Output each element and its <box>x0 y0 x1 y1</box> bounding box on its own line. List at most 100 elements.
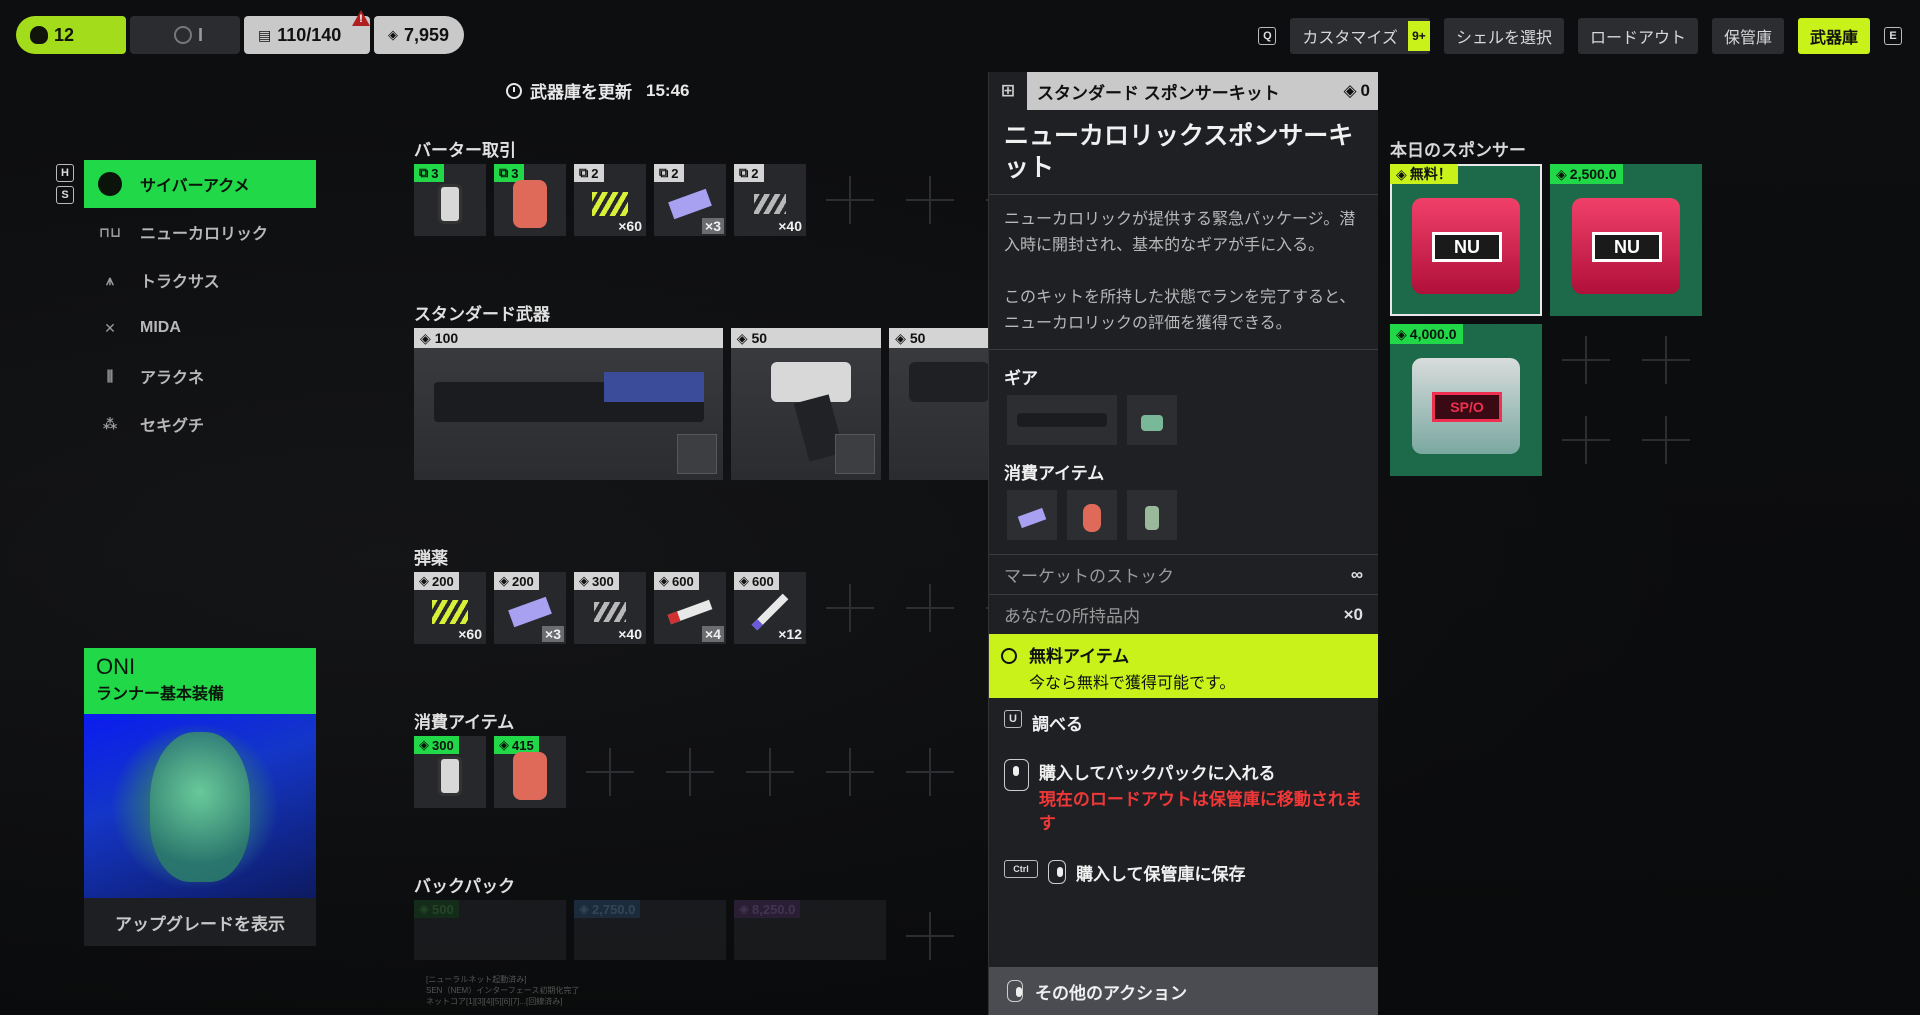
gear-item[interactable] <box>1007 395 1117 445</box>
price-value: 50 <box>909 330 926 346</box>
ammo-item[interactable]: ◈ 300 ×40 <box>574 572 646 644</box>
consumable-item[interactable] <box>1007 490 1057 540</box>
pistol-image <box>909 362 988 402</box>
runner-card[interactable]: ONI ランナー基本装備 アップグレードを表示 <box>84 648 316 946</box>
price-value: 4,000.0 <box>1409 326 1457 342</box>
key-hint-e: E <box>1884 27 1902 45</box>
price-tag: ◈ 50 <box>730 328 882 348</box>
section-title-consumables: 消費アイテム <box>414 713 515 732</box>
runner-header: ONI ランナー基本装備 <box>84 648 316 714</box>
more-actions-button[interactable]: その他のアクション <box>989 967 1378 1015</box>
shell-ammo-icon <box>754 194 786 215</box>
tab-customize[interactable]: カスタマイズ 9+ <box>1290 18 1430 54</box>
buy-to-backpack-action[interactable]: 購入してバックパックに入れる 現在のロードアウトは保管庫に移動されます <box>989 747 1378 848</box>
currency-value: 7,959 <box>404 24 450 45</box>
ammo-item[interactable]: ◈ 200 ×3 <box>494 572 566 644</box>
item-quantity: ×4 <box>702 626 724 642</box>
owned-label: あなたの所持品内 <box>1004 607 1140 626</box>
price-tag: ⧉ 3 <box>494 164 524 182</box>
empty-slot <box>894 736 966 808</box>
runner-name: ONI <box>96 654 136 679</box>
description-paragraph: ニューカロリックが提供する緊急パッケージ。潜入時に開封され、基本的なギアが手に入… <box>1004 211 1356 254</box>
barter-item[interactable]: ⧉ 3 <box>494 164 566 236</box>
backpack-item[interactable]: ◈ 2,750.0 <box>574 900 726 960</box>
price-tag: ⧉ 2 <box>654 164 684 182</box>
refresh-time: 15:46 <box>646 80 690 100</box>
free-subtitle: 今なら無料で獲得可能です。 <box>1029 675 1236 692</box>
price-tag: ◈ 2,500.0 <box>1550 164 1623 184</box>
key-hint-h: H <box>56 164 74 182</box>
price-value: 500 <box>432 901 454 917</box>
item-quantity: ×60 <box>458 626 482 642</box>
log-line: SEN（NEM）インターフェース初期化完了 <box>426 986 580 995</box>
mouse-left-click-icon <box>1004 759 1029 791</box>
squad-value: I <box>198 24 204 45</box>
sidebar-item-arachne[interactable]: ⫼ アラクネ <box>84 352 316 400</box>
tab-vault[interactable]: 保管庫 <box>1711 18 1784 54</box>
crate-logo: NU <box>1432 232 1502 262</box>
runner-subtitle: ランナー基本装備 <box>96 686 225 703</box>
sidebar-item-label: トラクサス <box>140 274 220 291</box>
tab-loadout[interactable]: ロードアウト <box>1577 18 1698 54</box>
mida-icon: ✕ <box>104 319 116 336</box>
empty-slot <box>1550 324 1622 396</box>
price-tag: ⧉ 2 <box>574 164 604 182</box>
log-line: [ニューラルネット起動済み] <box>426 975 527 984</box>
sidebar-item-sekiguchi[interactable]: ⁂ セキグチ <box>84 400 316 448</box>
description-paragraph: このキットを所持した状態でランを完了すると、ニューカロリックの評価を獲得できる。 <box>1004 289 1356 332</box>
barter-item[interactable]: ⧉ 3 <box>414 164 486 236</box>
backpack-item[interactable]: ◈ 500 <box>414 900 566 960</box>
mouse-right-click-icon <box>1007 980 1023 1002</box>
mouse-left-click-icon <box>1048 860 1066 884</box>
sponsor-kit-spo[interactable]: ◈ 4,000.0 SP/O <box>1390 324 1542 476</box>
weapon-item[interactable]: ◈ 50 <box>889 328 988 480</box>
price-value: 2,500.0 <box>1569 166 1617 182</box>
backpack-capacity[interactable]: ▤ 110/140 ! <box>244 10 370 54</box>
barter-item[interactable]: ⧉ 2 ×3 <box>654 164 726 236</box>
weapon-item[interactable]: ◈ 50 <box>730 328 882 480</box>
barter-item[interactable]: ⧉ 2 ×60 <box>574 164 646 236</box>
tab-armory[interactable]: 武器庫 <box>1797 18 1870 54</box>
crate-logo: SP/O <box>1432 392 1502 422</box>
empty-slot <box>734 736 806 808</box>
gear-item[interactable] <box>1127 395 1177 445</box>
empty-slot <box>814 736 886 808</box>
ammo-item[interactable]: ◈ 600 ×12 <box>734 572 806 644</box>
sponsor-kit-nucaloric-free[interactable]: ◈ 無料！ NU <box>1390 164 1542 316</box>
main-nav: Q カスタマイズ 9+ シェルを選択 ロードアウト 保管庫 武器庫 E <box>1258 18 1902 54</box>
rifle-icon <box>1017 413 1107 427</box>
level-badge[interactable]: 12 <box>16 16 126 54</box>
barter-item[interactable]: ⧉ 2 ×40 <box>734 164 806 236</box>
sidebar-item-nucaloric[interactable]: ⊓⊔ ニューカロリック <box>84 208 316 256</box>
squad-badge[interactable]: I <box>130 16 240 54</box>
tab-select-shell-label: シェルを選択 <box>1455 30 1552 47</box>
sidebar-item-label: ニューカロリック <box>140 226 269 243</box>
sponsor-kit-nucaloric[interactable]: ◈ 2,500.0 NU <box>1550 164 1702 316</box>
sidebar-item-mida[interactable]: ✕ MIDA <box>84 304 316 352</box>
view-upgrades-button[interactable]: アップグレードを表示 <box>84 898 316 946</box>
consumable-item[interactable] <box>1127 490 1177 540</box>
currency-icon: ◈ <box>388 27 398 42</box>
inspect-action[interactable]: U 調べる <box>989 698 1378 747</box>
weapon-item[interactable]: ◈ 100 <box>414 328 723 480</box>
ammo-icon <box>432 600 468 625</box>
sidebar-item-cyberacme[interactable]: サイバーアクメ <box>84 160 316 208</box>
buy-to-vault-action[interactable]: Ctrl 購入して保管庫に保存 <box>989 848 1378 897</box>
consumable-item[interactable]: ◈ 300 <box>414 736 486 808</box>
shell-ammo-icon <box>594 602 626 623</box>
status-bar: 12 I ▤ 110/140 ! ◈ 7,959 <box>16 10 468 54</box>
sidebar-item-traxus[interactable]: ⩚ トラクサス <box>84 256 316 304</box>
backpack-item[interactable]: ◈ 8,250.0 <box>734 900 886 960</box>
consumable-item[interactable] <box>1067 490 1117 540</box>
ammo-item[interactable]: ◈ 200 ×60 <box>414 572 486 644</box>
consumables-label: 消費アイテム <box>1004 464 1105 483</box>
price-value: 50 <box>751 330 768 346</box>
tab-select-shell[interactable]: シェルを選択 <box>1443 18 1564 54</box>
ammo-item[interactable]: ◈ 600 ×4 <box>654 572 726 644</box>
item-quantity: ×12 <box>778 626 802 642</box>
currency-display[interactable]: ◈ 7,959 <box>374 16 464 54</box>
price-tag: ◈ 100 <box>414 328 723 348</box>
cyberacme-icon <box>94 172 126 196</box>
system-log: [ニューラルネット起動済み] SEN（NEM）インターフェース初期化完了 ネット… <box>426 974 579 1007</box>
consumable-item[interactable]: ◈ 415 <box>494 736 566 808</box>
